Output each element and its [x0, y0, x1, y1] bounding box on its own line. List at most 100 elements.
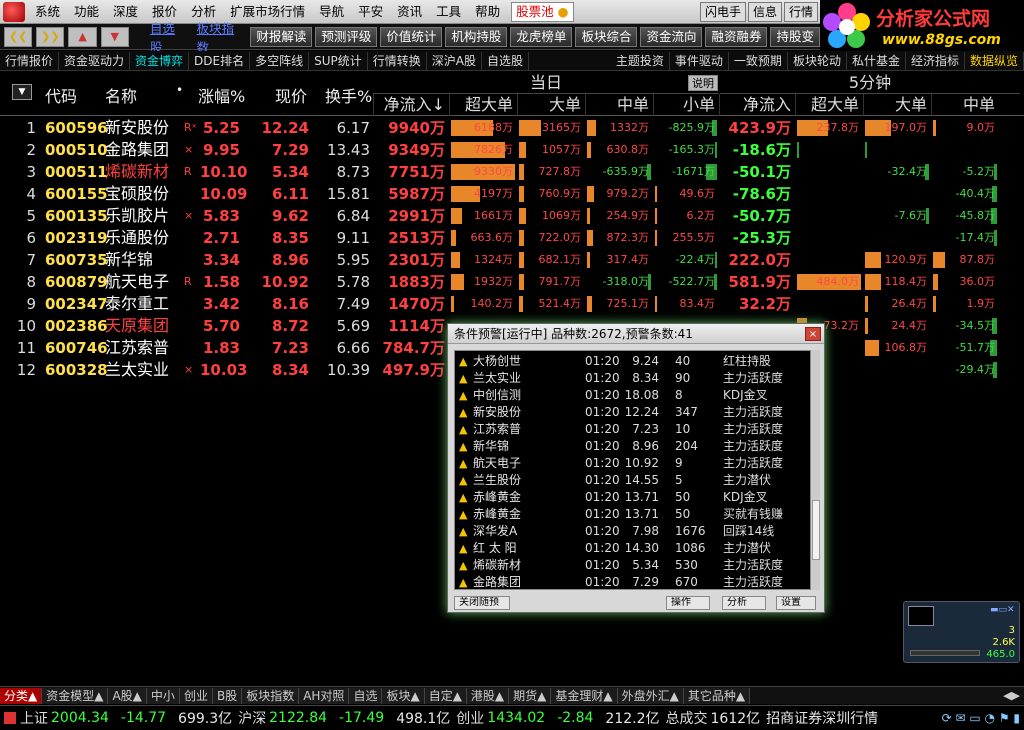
stock-pool-button[interactable]: 股票池 ● [511, 1, 574, 22]
link-self-select[interactable]: 自选股 [143, 18, 190, 56]
table-row[interactable]: 3 000511 烯碳新材 R 10.10 5.34 8.73 7751万 9330万 727.8… [0, 161, 1024, 183]
info-button[interactable]: 信息 [748, 2, 783, 22]
table-row[interactable]: 2 000510 金路集团 × 9.95 7.29 13.43 9349万 7826万 1057万… [0, 139, 1024, 161]
menu-system[interactable]: 系统 [28, 0, 67, 24]
tab-sup[interactable]: SUP统计 [309, 51, 368, 70]
mini-monitor-widget[interactable]: ▬▭✕ 3 2.6K 465.0 [903, 601, 1020, 663]
menu-help[interactable]: 帮助 [468, 0, 507, 24]
operate-button[interactable]: 操作 [666, 596, 710, 610]
alert-item[interactable]: ▲ 兰生股份 01:20 14.55 5 主力潜伏 [455, 472, 813, 489]
alert-item[interactable]: ▲ 红 太 阳 01:20 14.30 1086 主力潜伏 [455, 540, 813, 557]
alert-item[interactable]: ▲ 航天电子 01:20 10.92 9 主力活跃度 [455, 455, 813, 472]
alert-item[interactable]: ▲ 江苏索普 01:20 7.23 10 主力活跃度 [455, 421, 813, 438]
btab-gem[interactable]: 创业 [179, 687, 213, 704]
header-price[interactable]: 现价 [275, 83, 307, 107]
header-turnover[interactable]: 换手% [325, 83, 372, 107]
tab-fund-drive[interactable]: 资金驱动力 [59, 51, 131, 70]
header-code[interactable]: 代码 [45, 83, 77, 107]
tab-rotation[interactable]: 板块轮动 [788, 51, 847, 70]
alert-item[interactable]: ▲ 大杨创世 01:20 9.24 40 红柱持股 [455, 353, 813, 370]
header-change[interactable]: 涨幅% [198, 83, 245, 107]
tab-event[interactable]: 事件驱动 [670, 51, 729, 70]
explain-button[interactable]: 说明 [688, 75, 718, 91]
header-today-xl[interactable]: 超大单 [449, 94, 517, 116]
btab-custom[interactable]: 自定▲ [424, 687, 467, 704]
btab-fund[interactable]: 基金理财▲ [551, 687, 618, 704]
tab-consensus[interactable]: 一致预期 [729, 51, 788, 70]
settings-button[interactable]: 设置 [776, 596, 816, 610]
alert-scrollbar[interactable] [810, 350, 820, 590]
header-5min-m[interactable]: 中单 [931, 94, 999, 116]
alert-item[interactable]: ▲ 烯碳新材 01:20 5.34 530 主力活跃度 [455, 557, 813, 574]
alert-item[interactable]: ▲ 新安股份 01:20 12.24 347 主力活跃度 [455, 404, 813, 421]
tray-icons[interactable]: ⟳ ✉ ▭ ◔ ⚑ ▮ [942, 711, 1024, 725]
broker-name[interactable]: 招商证券深圳行情 [766, 708, 878, 728]
header-5min-l[interactable]: 大单 [863, 94, 931, 116]
btn-holdings[interactable]: 持股变 [770, 26, 820, 47]
table-row[interactable]: 6 002319 乐通股份 2.71 8.35 9.11 2513万 663.6万 722.0万… [0, 227, 1024, 249]
btab-sector[interactable]: 板块▲ [382, 687, 425, 704]
alert-item[interactable]: ▲ 深华发A 01:20 7.98 1676 回踩14线 [455, 523, 813, 540]
quote-button[interactable]: 行情 [784, 2, 819, 22]
btab-hk[interactable]: 港股▲ [466, 687, 510, 704]
btab-other[interactable]: 其它品种▲ [683, 687, 751, 704]
table-row[interactable]: 7 600735 新华锦 3.34 8.96 5.95 2301万 1324万 682.1万 31… [0, 249, 1024, 271]
menu-function[interactable]: 功能 [67, 0, 106, 24]
header-name[interactable]: 名称 [105, 83, 137, 107]
btn-institution[interactable]: 机构持股 [445, 26, 508, 47]
alert-item[interactable]: ▲ 赤峰黄金 01:20 13.71 50 KDJ金叉 [455, 489, 813, 506]
tab-fund-game[interactable]: 资金博弈 [130, 51, 190, 70]
down-arrow-icon[interactable]: ▼ [100, 26, 129, 47]
table-row[interactable]: 4 600155 宝硕股份 10.09 6.11 15.81 5987万 4197万 760.9… [0, 183, 1024, 205]
btab-b-share[interactable]: B股 [212, 687, 243, 704]
btab-forex[interactable]: 外盘外汇▲ [617, 687, 684, 704]
btab-sector-index[interactable]: 板块指数 [242, 687, 300, 704]
cy-label[interactable]: 创业 [456, 708, 484, 728]
sort-dropdown-icon[interactable]: ▼ [12, 84, 32, 100]
dialog-titlebar[interactable]: 条件预警[运行中] 品种数:2672,预警条数:41 × [448, 324, 824, 344]
btn-margin[interactable]: 融资融券 [705, 26, 768, 47]
btn-value-stats[interactable]: 价值统计 [380, 26, 443, 47]
btn-report[interactable]: 财报解读 [250, 26, 313, 47]
sh-label[interactable]: 上证 [20, 708, 48, 728]
close-follow-button[interactable]: 关闭随预 [454, 596, 510, 610]
btn-fund-flow[interactable]: 资金流向 [640, 26, 703, 47]
btn-sector[interactable]: 板块综合 [575, 26, 638, 47]
table-row[interactable]: 9 002347 泰尔重工 3.42 8.16 7.49 1470万 140.2万 521.4万… [0, 293, 1024, 315]
btab-self[interactable]: 自选 [349, 687, 383, 704]
table-row[interactable]: 1 600596 新安股份 Rˣ 5.25 12.24 6.17 9940万 6188万 3165… [0, 117, 1024, 139]
scroll-thumb[interactable] [812, 500, 820, 560]
alert-item[interactable]: ▲ 赤峰黄金 01:20 13.71 50 买就有钱赚 [455, 506, 813, 523]
menu-depth[interactable]: 深度 [106, 0, 145, 24]
header-today-m[interactable]: 中单 [585, 94, 653, 116]
btab-a-share[interactable]: A股▲ [108, 687, 147, 704]
btn-forecast[interactable]: 预测评级 [315, 26, 378, 47]
tab-economy[interactable]: 经济指标 [906, 51, 965, 70]
close-icon[interactable]: × [805, 327, 821, 341]
btn-dragon-tiger[interactable]: 龙虎榜单 [510, 26, 573, 47]
tab-theme[interactable]: 主题投资 [611, 51, 670, 70]
up-arrow-icon[interactable]: ▲ [68, 26, 97, 47]
btab-ah[interactable]: AH对照 [299, 687, 350, 704]
tab-scroll-arrows-icon[interactable]: ◀▶ [999, 689, 1024, 702]
hs-label[interactable]: 沪深 [238, 708, 266, 728]
flash-trade-button[interactable]: 闪电手 [700, 2, 747, 22]
btab-sme[interactable]: 中小 [146, 687, 180, 704]
table-row[interactable]: 8 600879 航天电子 R 1.58 10.92 5.78 1883万 1932万 791.7… [0, 271, 1024, 293]
tab-data-overview[interactable]: 数据纵览 [965, 51, 1024, 70]
tab-self[interactable]: 自选股 [482, 51, 530, 70]
tab-ashare[interactable]: 深沪A股 [427, 51, 483, 70]
alert-item[interactable]: ▲ 金路集团 01:20 7.29 670 主力活跃度 [455, 574, 813, 589]
back-double-icon[interactable]: ❮❮ [4, 26, 33, 47]
analyze-button[interactable]: 分析 [722, 596, 766, 610]
forward-double-icon[interactable]: ❯❯ [36, 26, 65, 47]
alert-item[interactable]: ▲ 新华锦 01:20 8.96 204 主力活跃度 [455, 438, 813, 455]
header-5min-xl[interactable]: 超大单 [795, 94, 863, 116]
menu-news[interactable]: 资讯 [390, 0, 429, 24]
tab-long-short[interactable]: 多空阵线 [250, 51, 310, 70]
btab-futures[interactable]: 期货▲ [509, 687, 552, 704]
menu-navigation[interactable]: 导航 [312, 0, 351, 24]
header-today-l[interactable]: 大单 [517, 94, 585, 116]
table-row[interactable]: 5 600135 乐凯胶片 × 5.83 9.62 6.84 2991万 1661万 1069万 2… [0, 205, 1024, 227]
tab-convert[interactable]: 行情转换 [368, 51, 427, 70]
